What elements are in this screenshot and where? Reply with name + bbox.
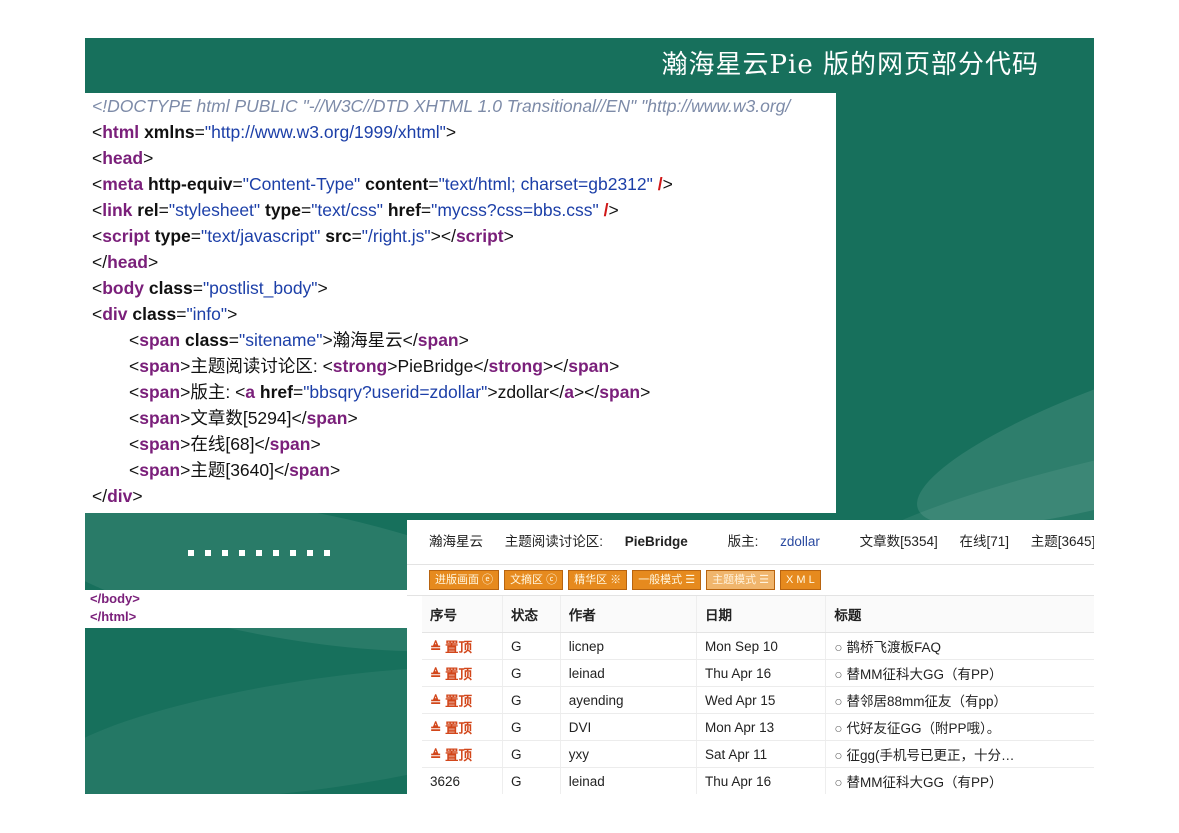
post-author[interactable]: leinad (559, 659, 697, 687)
post-title[interactable]: ○ 征gg(手机号已更正，十分… (825, 740, 1094, 768)
toolbar-button[interactable]: 文摘区 ⓒ (504, 570, 564, 590)
moderator-link[interactable]: zdollar (780, 534, 820, 549)
code-line-span-articles: <span>文章数[5294]</span> (129, 408, 358, 428)
toolbar-button[interactable]: 精华区 ※ (568, 570, 628, 590)
post-title-text[interactable]: 替MM征科大GG（有PP） (846, 667, 1002, 682)
post-status: G (502, 713, 561, 741)
post-list-table: 序号 状态 作者 日期 标题 ≜ 置顶 Glicnep Mon Sep 10 ○ 鹊桥飞… (422, 596, 1094, 794)
circle-bullet-icon: ○ (834, 748, 843, 763)
circle-bullet-icon: ○ (834, 667, 843, 682)
post-date: Mon Apr 13 (696, 713, 826, 741)
code-line-meta: <meta http-equiv="Content-Type" content=… (92, 174, 673, 194)
board-toolbar: 进版画面 ⓔ 文摘区 ⓒ 精华区 ※ 一般模式 ☰ 主题模式 ☰ X M L (407, 564, 1094, 596)
post-title[interactable]: ○ 替MM征科大GG（有PP） (825, 767, 1094, 794)
post-author[interactable]: yxy (559, 740, 697, 768)
post-author[interactable]: ayending (559, 686, 697, 714)
post-author[interactable]: licnep (559, 632, 697, 660)
table-row[interactable]: ≜ 置顶 Gleinad Thu Apr 16 ○ 替MM征科大GG（有PP） (422, 659, 1094, 687)
post-title-text[interactable]: 替邻居88mm征友（有pp） (846, 694, 1007, 709)
slide-dots-decoration (188, 541, 341, 560)
post-title[interactable]: ○ 替邻居88mm征友（有pp） (825, 686, 1094, 714)
post-number: 3626 (422, 767, 503, 794)
post-title[interactable]: ○ 代好友征GG（附PP哦）。 (825, 713, 1094, 741)
column-header-number: 序号 (422, 596, 503, 633)
code-line-div: <div class="info"> (92, 304, 238, 324)
table-row[interactable]: ≜ 置顶 G DVI Mon Apr 13 ○ 代好友征GG（附PP哦）。 (422, 713, 1094, 741)
site-name: 瀚海星云 (429, 534, 483, 549)
column-header-author: 作者 (559, 596, 697, 633)
post-number: ≜ 置顶 (422, 713, 503, 741)
toolbar-button[interactable]: 一般模式 ☰ (632, 570, 702, 590)
circle-bullet-icon: ○ (834, 775, 843, 790)
circle-bullet-icon: ○ (834, 640, 843, 655)
code-line-span-topics: <span>主题[3640]</span> (129, 460, 341, 480)
post-date: Thu Apr 16 (696, 659, 826, 687)
post-title-text[interactable]: 征gg(手机号已更正，十分… (846, 748, 1014, 763)
post-title-text[interactable]: 鹊桥飞渡板FAQ (846, 640, 941, 655)
online-count: 在线[71] (959, 534, 1010, 549)
post-status: G (502, 659, 561, 687)
post-title-text[interactable]: 代好友征GG（附PP哦）。 (846, 721, 1000, 736)
toolbar-button[interactable]: 进版画面 ⓔ (429, 570, 500, 590)
code-line-script: <script type="text/javascript" src="/rig… (92, 226, 514, 246)
topic-count: 主题[3645] (1030, 534, 1094, 549)
table-row[interactable]: ≜ 置顶 Gayending Wed Apr 15 ○ 替邻居88mm征友（有pp） (422, 686, 1094, 714)
code-line-html: <html xmlns="http://www.w3.org/1999/xhtm… (92, 122, 457, 142)
code-line-div-close: </div> (92, 486, 143, 506)
toolbar-button[interactable]: 主题模式 ☰ (706, 570, 776, 590)
article-count: 文章数[5354] (859, 534, 938, 549)
code-line-body-close: </body> (90, 591, 140, 606)
post-status: G (502, 686, 561, 714)
post-number: ≜ 置顶 (422, 686, 503, 714)
code-line-span-online: <span>在线[68]</span> (129, 434, 321, 454)
column-header-title: 标题 (825, 596, 1094, 633)
code-line-html-close: </html> (90, 609, 137, 624)
post-date: Sat Apr 11 (696, 740, 826, 768)
post-date: Wed Apr 15 (696, 686, 826, 714)
code-line-doctype: <!DOCTYPE html PUBLIC "-//W3C//DTD XHTML… (92, 96, 791, 116)
table-row[interactable]: ≜ 置顶 Gyxy Sat Apr 11 ○ 征gg(手机号已更正，十分… (422, 740, 1094, 768)
code-line-head: <head> (92, 148, 154, 168)
code-line-body: <body class="postlist_body"> (92, 278, 328, 298)
column-header-status: 状态 (502, 596, 561, 633)
post-status: G (502, 632, 561, 660)
board-moderator: 版主: zdollar (727, 534, 820, 549)
table-row[interactable]: 3626 Gleinad Thu Apr 16 ○ 替MM征科大GG（有PP） (422, 767, 1094, 794)
forum-screenshot: 瀚海星云 主题阅读讨论区: PieBridge 版主: zdollar 文章数[… (407, 520, 1094, 794)
code-line-head-close: </head> (92, 252, 159, 272)
post-title[interactable]: ○ 替MM征科大GG（有PP） (825, 659, 1094, 687)
circle-bullet-icon: ○ (834, 721, 843, 736)
post-date: Thu Apr 16 (696, 767, 826, 794)
post-author[interactable]: DVI (559, 713, 697, 741)
post-number: ≜ 置顶 (422, 632, 503, 660)
board-topic: 主题阅读讨论区: PieBridge (504, 534, 688, 549)
board-name: PieBridge (624, 534, 688, 549)
post-title-text[interactable]: 替MM征科大GG（有PP） (846, 775, 1002, 790)
circle-bullet-icon: ○ (834, 694, 843, 709)
code-line-link: <link rel="stylesheet" type="text/css" h… (92, 200, 619, 220)
post-status: G (502, 767, 561, 794)
post-date: Mon Sep 10 (696, 632, 826, 660)
post-number: ≜ 置顶 (422, 740, 503, 768)
post-title[interactable]: ○ 鹊桥飞渡板FAQ (825, 632, 1094, 660)
code-listing-tail: </body> </html> (85, 590, 407, 628)
code-line-span-sitename: <span class="sitename">瀚海星云</span> (129, 330, 469, 350)
post-status: G (502, 740, 561, 768)
post-number: ≜ 置顶 (422, 659, 503, 687)
code-line-span-topic: <span>主题阅读讨论区: <strong>PieBridge</strong… (129, 356, 620, 376)
code-listing: <!DOCTYPE html PUBLIC "-//W3C//DTD XHTML… (85, 93, 836, 513)
table-header-row: 序号 状态 作者 日期 标题 (422, 596, 1094, 633)
toolbar-button[interactable]: X M L (780, 570, 821, 590)
table-row[interactable]: ≜ 置顶 Glicnep Mon Sep 10 ○ 鹊桥飞渡板FAQ (422, 632, 1094, 660)
column-header-date: 日期 (696, 596, 826, 633)
board-info-bar: 瀚海星云 主题阅读讨论区: PieBridge 版主: zdollar 文章数[… (407, 520, 1094, 564)
post-author[interactable]: leinad (559, 767, 697, 794)
slide-title: 瀚海星云Pie 版的网页部分代码 (661, 50, 1039, 80)
code-line-span-moderator: <span>版主: <a href="bbsqry?userid=zdollar… (129, 382, 651, 402)
